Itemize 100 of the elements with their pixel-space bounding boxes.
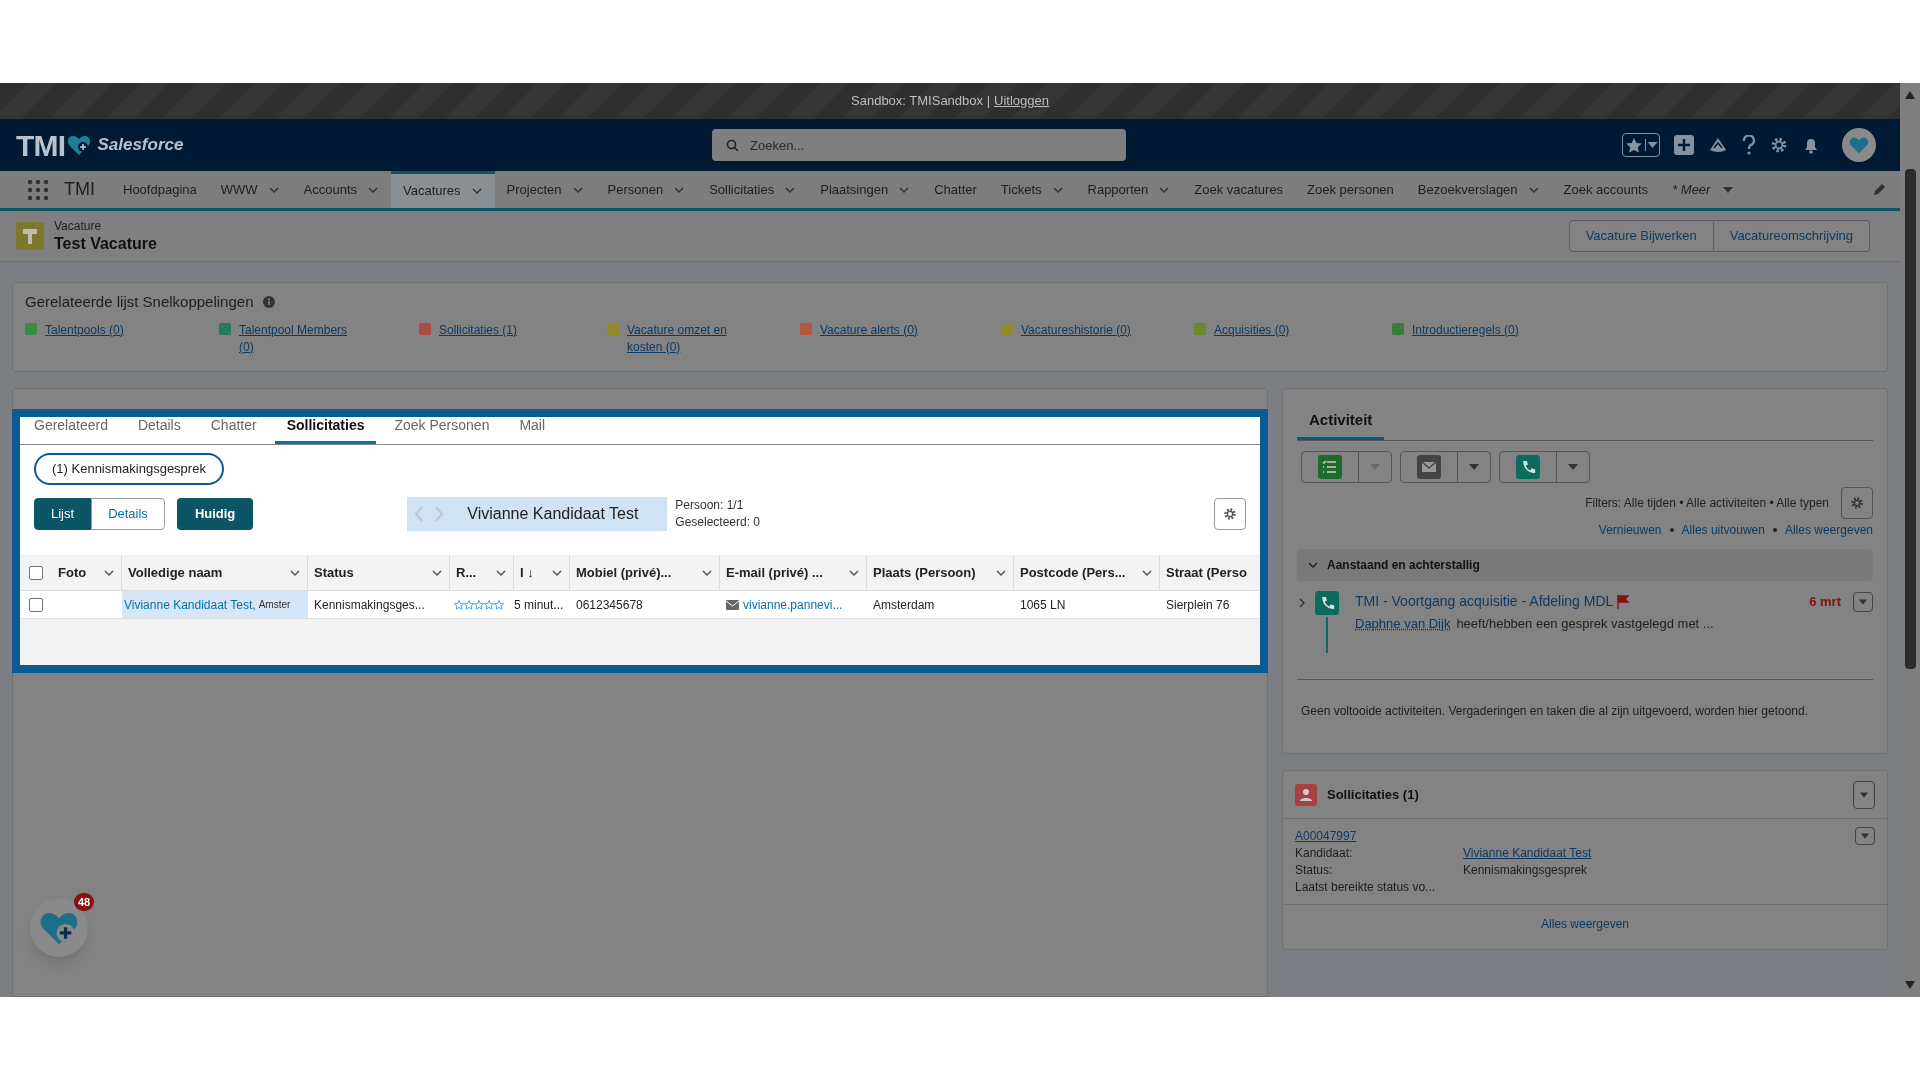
hammer-icon — [16, 222, 44, 250]
activity-link[interactable]: Alles uitvouwen — [1681, 521, 1765, 539]
related-link[interactable]: Sollicitaties (1) — [439, 321, 518, 339]
pager-info: Persoon: 1/1 — [675, 497, 745, 514]
activity-title-link[interactable]: TMI - Voortgang acquisitie - Afdeling MDL — [1355, 591, 1614, 612]
separator-dot-icon — [1669, 528, 1674, 532]
nav-tab[interactable]: Plaatsingen — [808, 171, 923, 208]
field-label: Status: — [1295, 862, 1334, 879]
person-icon — [1295, 783, 1317, 806]
activity-link[interactable]: Vernieuwen — [1598, 521, 1662, 539]
nav-tab[interactable]: Sollicitaties — [697, 171, 809, 208]
app-launcher-icon[interactable] — [28, 179, 48, 200]
star-icon — [484, 599, 494, 610]
related-link[interactable]: Talentpools (0) — [45, 321, 124, 339]
scroll-down-icon[interactable] — [1905, 981, 1915, 989]
record-action-button[interactable]: Vacatureomschrijving — [1713, 220, 1870, 252]
view-toggle-button[interactable]: Lijst — [34, 498, 92, 530]
filter-pill[interactable]: (1) Kennismakingsgesprek — [34, 453, 224, 485]
bell-icon[interactable] — [1802, 136, 1820, 154]
email-link[interactable]: vivianne.pannevi... — [743, 595, 843, 614]
related-link[interactable]: Vacature omzet en kosten (0) — [627, 321, 747, 356]
nav-tab[interactable]: Zoek accounts — [1551, 171, 1661, 208]
favorites-button[interactable] — [1622, 133, 1660, 157]
nav-tab[interactable]: Zoek personen — [1295, 171, 1406, 208]
heart-icon — [1849, 136, 1869, 154]
nav-tab[interactable]: Personen — [595, 171, 698, 208]
tab[interactable]: Details — [125, 415, 193, 444]
separator-dot-icon — [1772, 528, 1777, 532]
nav-tab[interactable]: Chatter — [922, 171, 989, 208]
row-menu-button[interactable] — [1855, 827, 1875, 845]
scroll-up-icon[interactable] — [1905, 91, 1915, 99]
logout-link[interactable]: Uitloggen — [994, 91, 1049, 111]
record-link[interactable]: A00047997 — [1295, 827, 1357, 845]
field-label: Laatst bereikte status vo... — [1295, 879, 1437, 896]
related-link[interactable]: Vacatureshistorie (0) — [1021, 321, 1131, 339]
field-label: Kandidaat: — [1295, 845, 1354, 862]
add-icon[interactable] — [1674, 135, 1694, 155]
settings-icon[interactable] — [1770, 136, 1788, 154]
row-menu-button[interactable] — [1853, 591, 1873, 612]
related-link[interactable]: Acquisities (0) — [1214, 321, 1290, 339]
related-link[interactable]: Vacature alerts (0) — [820, 321, 918, 339]
scroll-thumb[interactable] — [1904, 169, 1916, 669]
tab[interactable]: Gerelateerd — [22, 415, 120, 444]
chevron-right-icon[interactable] — [1297, 597, 1307, 609]
nav-tab[interactable]: WWW — [208, 171, 292, 208]
column-header: Volledige naam — [128, 563, 223, 582]
nav-tab[interactable]: Vacatures — [391, 171, 495, 208]
field-link[interactable]: Vivianne Kandidaat Test — [1463, 845, 1592, 862]
nav-tab[interactable]: Tickets — [988, 171, 1076, 208]
settings-button[interactable] — [1841, 487, 1873, 519]
star-rating[interactable] — [454, 599, 504, 610]
settings-icon — [1850, 496, 1864, 510]
column-header: Foto — [58, 563, 87, 582]
phone-icon — [1516, 455, 1540, 479]
table-cell-text: Sierplein 76 — [1166, 596, 1230, 614]
help-icon[interactable] — [1742, 135, 1756, 155]
card-menu-button[interactable] — [1853, 780, 1875, 809]
caret-icon — [1645, 139, 1659, 151]
tab[interactable]: Zoek Personen — [382, 415, 502, 444]
nav-tab[interactable]: Hoofdpagina — [111, 171, 209, 208]
star-icon — [464, 599, 474, 610]
pencil-icon[interactable] — [1872, 182, 1886, 197]
envelope-icon — [726, 599, 739, 610]
nav-tab[interactable]: Rapporten — [1075, 171, 1183, 208]
view-all-link[interactable]: Alles weergeven — [1540, 915, 1630, 933]
table-cell-text: Amster — [258, 598, 291, 612]
column-header: Postcode (Pers... — [1020, 563, 1126, 582]
tab[interactable]: Mail — [507, 415, 558, 444]
owner-link[interactable]: Daphne van Dijk — [1355, 614, 1451, 634]
scrollbar[interactable] — [1900, 83, 1920, 997]
nav-tab[interactable]: Bezoekverslagen — [1405, 171, 1552, 208]
action-button-group[interactable] — [1400, 451, 1491, 483]
activity-description: heeft/hebben een gesprek vastgelegd met ... — [1456, 615, 1714, 633]
nav-tab[interactable]: Zoek vacatures — [1182, 171, 1296, 208]
more-menu[interactable]: * Meer — [1660, 171, 1747, 208]
select-all-checkbox[interactable] — [29, 565, 43, 580]
table-cell-text: Amsterdam — [873, 596, 935, 614]
avatar[interactable] — [1842, 128, 1876, 162]
current-button[interactable]: Huidig — [176, 498, 254, 530]
tab[interactable]: Chatter — [198, 415, 269, 444]
field-value: Kennismakingsgesprek — [1463, 862, 1588, 879]
row-checkbox[interactable] — [29, 597, 43, 612]
table-cell-text: 0612345678 — [576, 596, 643, 614]
tab[interactable]: Sollicitaties — [274, 415, 377, 444]
activity-link[interactable]: Alles weergeven — [1784, 521, 1873, 539]
activity-tab[interactable]: Activiteit — [1297, 408, 1385, 440]
candidate-link[interactable]: Vivianne Kandidaat Test, — [124, 595, 256, 614]
view-toggle-button[interactable]: Details — [91, 498, 165, 530]
record-action-button[interactable]: Vacature Bijwerken — [1568, 220, 1714, 252]
section-header[interactable]: Aanstaand en achterstallig — [1297, 549, 1873, 581]
nav-tab[interactable]: Accounts — [291, 171, 392, 208]
action-button-group[interactable] — [1301, 451, 1392, 483]
nav-tab[interactable]: Projecten — [494, 171, 596, 208]
related-link[interactable]: Talentpool Members (0) — [239, 321, 359, 356]
table-cell-text: 5 minut... — [514, 596, 564, 614]
settings-button[interactable] — [1214, 498, 1246, 530]
search-field[interactable]: Zoeken... — [712, 129, 1126, 161]
related-link[interactable]: Introductieregels (0) — [1412, 321, 1519, 339]
star-icon — [494, 599, 504, 610]
column-header: R... — [456, 563, 477, 582]
